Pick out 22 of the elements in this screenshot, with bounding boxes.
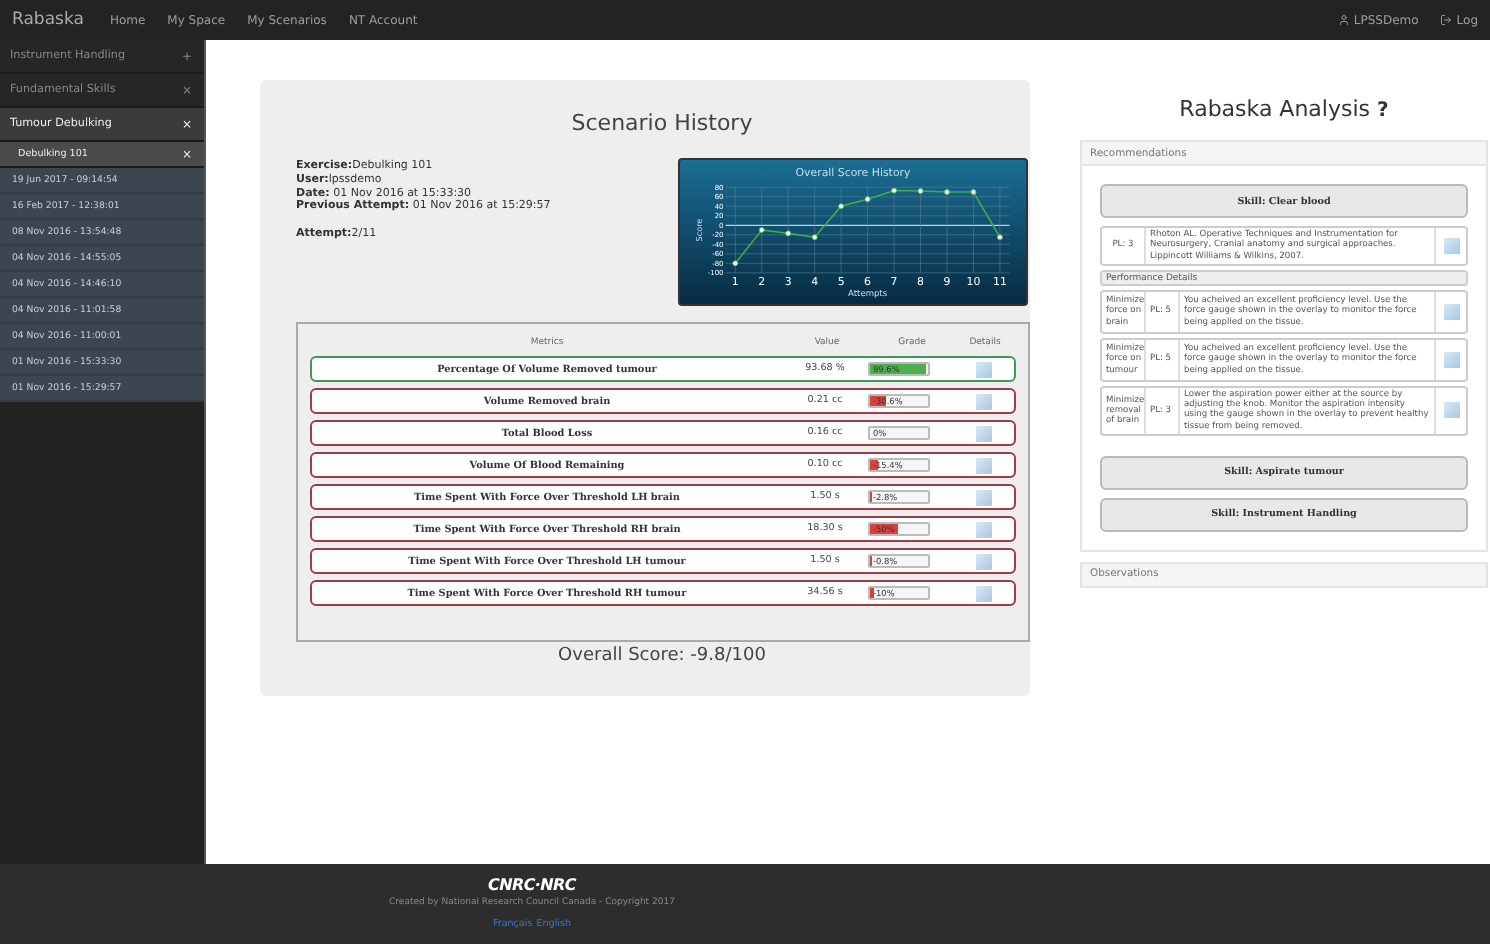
analysis-title: Rabaska Analysis ? bbox=[1177, 94, 1391, 126]
data-point bbox=[864, 196, 871, 203]
brand-link[interactable]: Rabaska bbox=[12, 10, 84, 30]
data-point bbox=[732, 260, 739, 267]
overall-score: Overall Score: -9.8/100 bbox=[558, 646, 766, 666]
logout-icon bbox=[1440, 14, 1453, 26]
data-point bbox=[891, 187, 897, 194]
details-button[interactable] bbox=[1443, 402, 1459, 419]
details-button[interactable] bbox=[1443, 304, 1459, 320]
data-point bbox=[997, 234, 1003, 241]
data-point bbox=[758, 227, 765, 233]
details-button[interactable] bbox=[1443, 238, 1459, 254]
data-point bbox=[970, 189, 977, 195]
data-point bbox=[811, 234, 818, 241]
data-point bbox=[944, 189, 950, 195]
details-button[interactable] bbox=[1443, 352, 1459, 368]
data-point bbox=[917, 188, 924, 194]
user-icon bbox=[1337, 14, 1350, 26]
logo: CNRC·NRC bbox=[488, 876, 576, 894]
data-point bbox=[838, 203, 845, 210]
history-title: Scenario History bbox=[571, 110, 753, 136]
data-point bbox=[785, 230, 792, 237]
